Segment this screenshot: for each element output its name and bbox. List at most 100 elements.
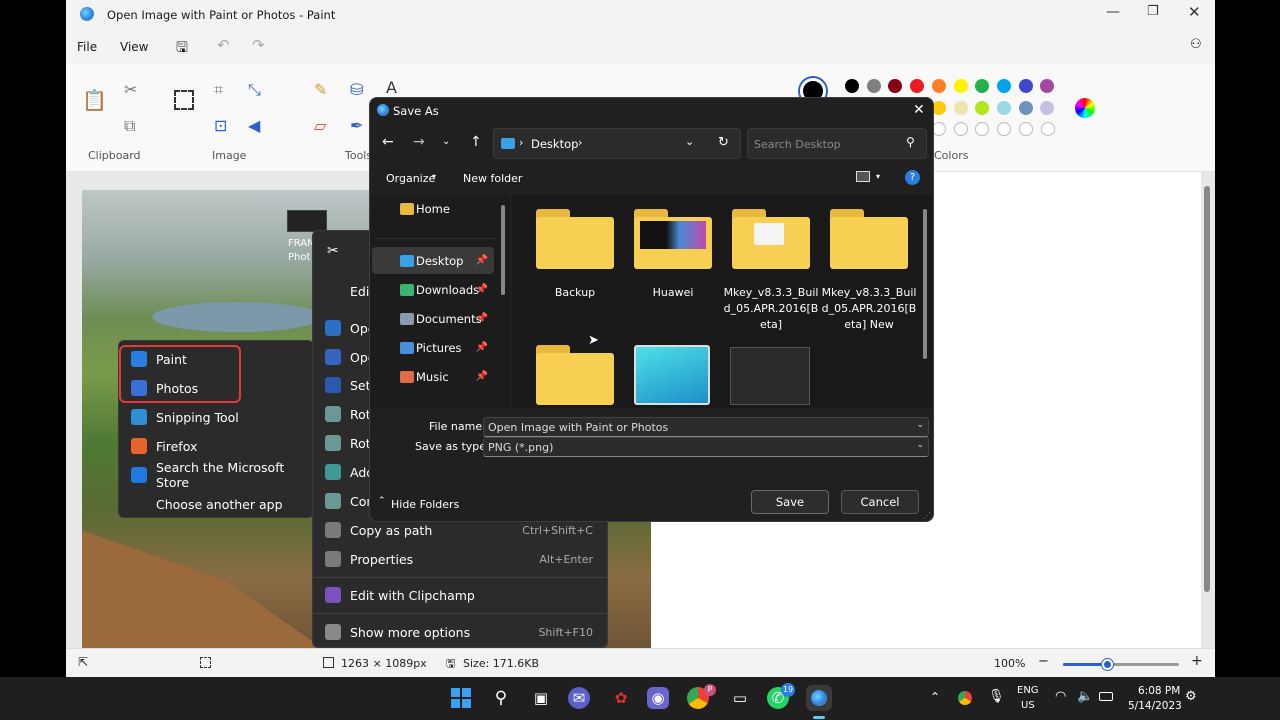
nav-item[interactable]: Home [372,195,494,222]
empty-color-slot[interactable] [975,122,990,136]
resize-grip-icon[interactable]: ⋰ [923,511,931,520]
notifications-icon[interactable]: ⚙ [1185,689,1197,704]
zoom-slider[interactable] [1063,659,1179,670]
color-swatch[interactable] [1040,101,1055,115]
nav-item[interactable]: Desktop 📌 [372,247,494,274]
cut-icon[interactable]: ✂ [327,243,339,259]
camera-app-icon[interactable]: ◉ [647,687,669,709]
help-icon[interactable]: ? [905,170,920,185]
open-with-item[interactable]: Paint [119,345,313,373]
color-swatch[interactable] [931,79,946,93]
nav-item[interactable]: Pictures 📌 [372,334,494,361]
nav-item[interactable]: Music 📌 [372,363,494,390]
color-swatch[interactable] [996,79,1011,93]
save-icon[interactable]: 🖫 [176,37,188,61]
huawei-icon[interactable]: ✿ [608,685,634,711]
address-bar[interactable]: › Desktop › ⌄ ↻ [493,128,741,159]
task-view-icon[interactable]: ▣ [528,685,554,711]
file-scrollbar[interactable] [923,209,927,359]
edit-colors-icon[interactable] [1075,98,1095,118]
select-icon[interactable] [174,90,194,110]
open-with-item[interactable]: Firefox [119,432,313,460]
color-swatch[interactable] [845,79,859,93]
file-name-input[interactable]: Open Image with Paint or Photos ⌄ [483,417,929,437]
volume-icon[interactable]: 🔈 [1077,689,1093,704]
organize-button[interactable]: Organize [386,172,435,185]
undo-icon[interactable]: ↶ [217,36,230,54]
nav-item[interactable]: Documents 📌 [372,305,494,332]
maximize-icon[interactable]: ❐ [1147,4,1159,19]
color-swatch[interactable] [888,79,903,93]
file-label[interactable]: Mkey_v8.3.3_Build_05.APR.2016[Beta] New [821,285,917,333]
color-swatch[interactable] [953,79,968,93]
folder-icon[interactable] [732,209,810,269]
cancel-button[interactable]: Cancel [841,490,919,514]
color-swatch[interactable] [866,79,881,93]
open-with-item[interactable]: Choose another app [119,490,313,518]
file-label[interactable]: Backup [527,285,623,301]
color-swatch[interactable] [975,101,990,115]
search-box[interactable]: Search Desktop ⚲ [747,128,927,159]
folder-icon[interactable] [634,209,712,269]
search-input[interactable]: Search Desktop [754,138,841,151]
breadcrumb-desktop[interactable]: Desktop [531,137,578,151]
hidden-icons-icon[interactable]: ⌃ [930,690,940,704]
meet-icon[interactable]: ▭ [727,685,753,711]
screenshot-thumbnail[interactable] [730,347,810,405]
address-dropdown-icon[interactable]: ⌄ [685,135,694,148]
microphone-icon[interactable]: 🎙 [988,689,1005,704]
file-label[interactable]: Huawei [625,285,721,301]
search-icon[interactable]: ⚲ [488,685,514,711]
color-swatch[interactable] [996,101,1011,115]
laptop-thumbnail[interactable] [634,345,710,405]
back-icon[interactable]: ← [382,134,394,150]
context-menu-item[interactable]: Properties Alt+Enter [313,545,607,573]
color-picker-icon[interactable]: ✒ [350,116,363,135]
color-swatch[interactable] [1018,101,1033,115]
zoom-slider-thumb[interactable] [1102,659,1114,670]
context-menu-item[interactable]: Edit with Clipchamp [313,581,607,609]
zoom-in-icon[interactable]: + [1191,653,1203,669]
save-button[interactable]: Save [751,490,829,514]
open-with-item[interactable]: Snipping Tool [119,403,313,431]
up-icon[interactable]: ↑ [470,134,482,150]
nav-scrollbar[interactable] [501,205,505,295]
battery-icon[interactable] [1099,692,1113,701]
color-swatch[interactable] [975,79,990,93]
file-name-dropdown-icon[interactable]: ⌄ [916,420,924,430]
color-swatch[interactable] [953,101,968,115]
context-menu-item[interactable]: Show more options Shift+F10 [313,618,607,646]
save-type-select[interactable]: PNG (*.png) ⌄ [483,437,929,457]
empty-color-slot[interactable] [953,122,968,136]
recent-locations-icon[interactable]: ⌄ [442,136,450,147]
image-select-icon[interactable]: ⊡ [214,116,227,135]
clock-date[interactable]: 5/14/2023 [1128,700,1182,712]
start-icon[interactable] [448,685,474,711]
fill-icon[interactable]: ⛁ [350,80,363,99]
folder-icon[interactable] [536,209,614,269]
flip-icon[interactable]: ◀ [248,116,260,135]
color-swatch[interactable] [910,79,925,93]
canvas-scrollbar[interactable] [1204,186,1210,592]
empty-color-slot[interactable] [1040,122,1055,136]
close-icon[interactable]: ✕ [1188,3,1201,21]
folder-icon[interactable] [536,345,614,405]
chat-icon[interactable]: ✉ [568,687,590,709]
new-folder-button[interactable]: New folder [463,172,522,185]
eraser-icon[interactable]: ▱ [314,116,326,135]
forward-icon[interactable]: → [413,134,425,150]
redo-icon[interactable]: ↷ [252,36,265,54]
pencil-icon[interactable]: ✎ [314,80,327,99]
view-options-icon[interactable] [856,171,870,182]
paste-icon[interactable]: 📋 [82,88,107,112]
wifi-icon[interactable]: ◠ [1055,689,1066,704]
empty-color-slot[interactable] [1018,122,1033,136]
empty-color-slot[interactable] [932,122,946,136]
empty-color-slot[interactable] [997,122,1012,136]
language-code[interactable]: ENG [1017,685,1039,696]
copy-icon[interactable]: ⧉ [124,116,135,136]
color-swatch[interactable] [1040,79,1055,93]
text-icon[interactable]: A [386,78,397,97]
resize-icon[interactable]: ⤡ [248,80,261,100]
paint-taskbar-icon[interactable] [806,685,832,711]
